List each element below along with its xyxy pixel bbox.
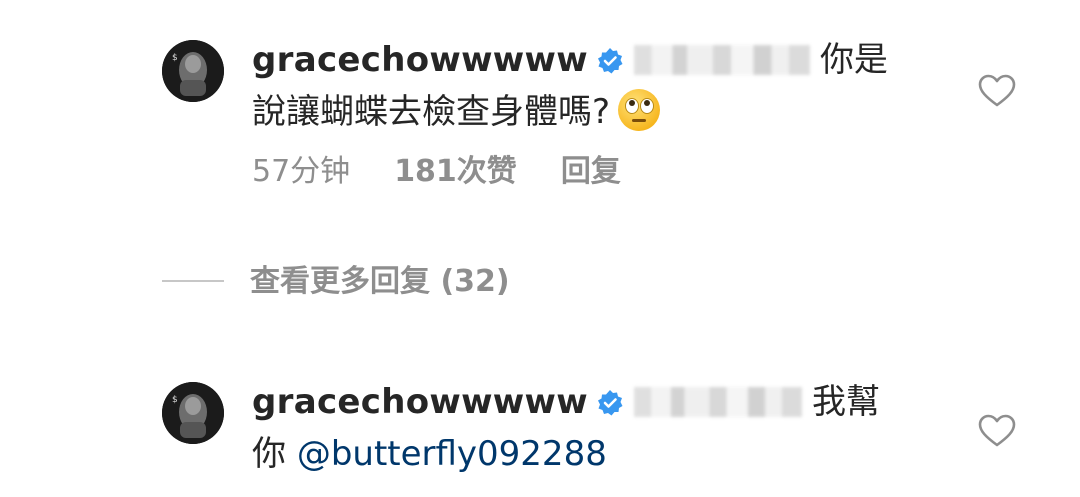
reply-button[interactable]: 回复	[561, 154, 621, 189]
avatar[interactable]: $	[162, 40, 224, 102]
svg-text:$: $	[172, 395, 178, 405]
comment-text: 說讓蝴蝶去檢查身體嗎?	[252, 92, 611, 132]
view-more-replies[interactable]: 查看更多回复 (32)	[162, 256, 510, 300]
comment-text: 你是	[819, 40, 888, 80]
redacted-mention[interactable]	[633, 45, 810, 75]
comment-time: 57分钟	[252, 154, 351, 189]
rolling-eyes-emoji-icon	[618, 89, 661, 131]
likes-count[interactable]: 181次赞	[394, 154, 517, 189]
comment-body: gracechowwwww 你是 說讓蝴蝶去檢查身體嗎?	[252, 36, 952, 136]
username[interactable]: gracechowwwww	[252, 382, 588, 422]
username[interactable]: gracechowwwww	[252, 40, 588, 80]
view-more-replies-label: 查看更多回复 (32)	[250, 264, 510, 299]
avatar[interactable]: $	[162, 382, 224, 444]
mention-link[interactable]: @butterfly092288	[297, 434, 607, 474]
heart-outline-icon[interactable]	[978, 74, 1016, 108]
verified-badge-icon	[596, 382, 624, 430]
divider-line	[162, 280, 224, 282]
verified-badge-icon	[596, 40, 624, 88]
svg-text:$: $	[172, 53, 178, 63]
comment-text: 我幫	[811, 382, 880, 422]
redacted-mention[interactable]	[633, 387, 802, 417]
comment-meta: 57分钟 181次赞 回复	[252, 146, 665, 190]
comment-body: gracechowwwww 我幫 你 @butterfly092288	[252, 378, 952, 478]
heart-outline-icon[interactable]	[978, 414, 1016, 448]
comment-text: 你	[252, 434, 286, 474]
